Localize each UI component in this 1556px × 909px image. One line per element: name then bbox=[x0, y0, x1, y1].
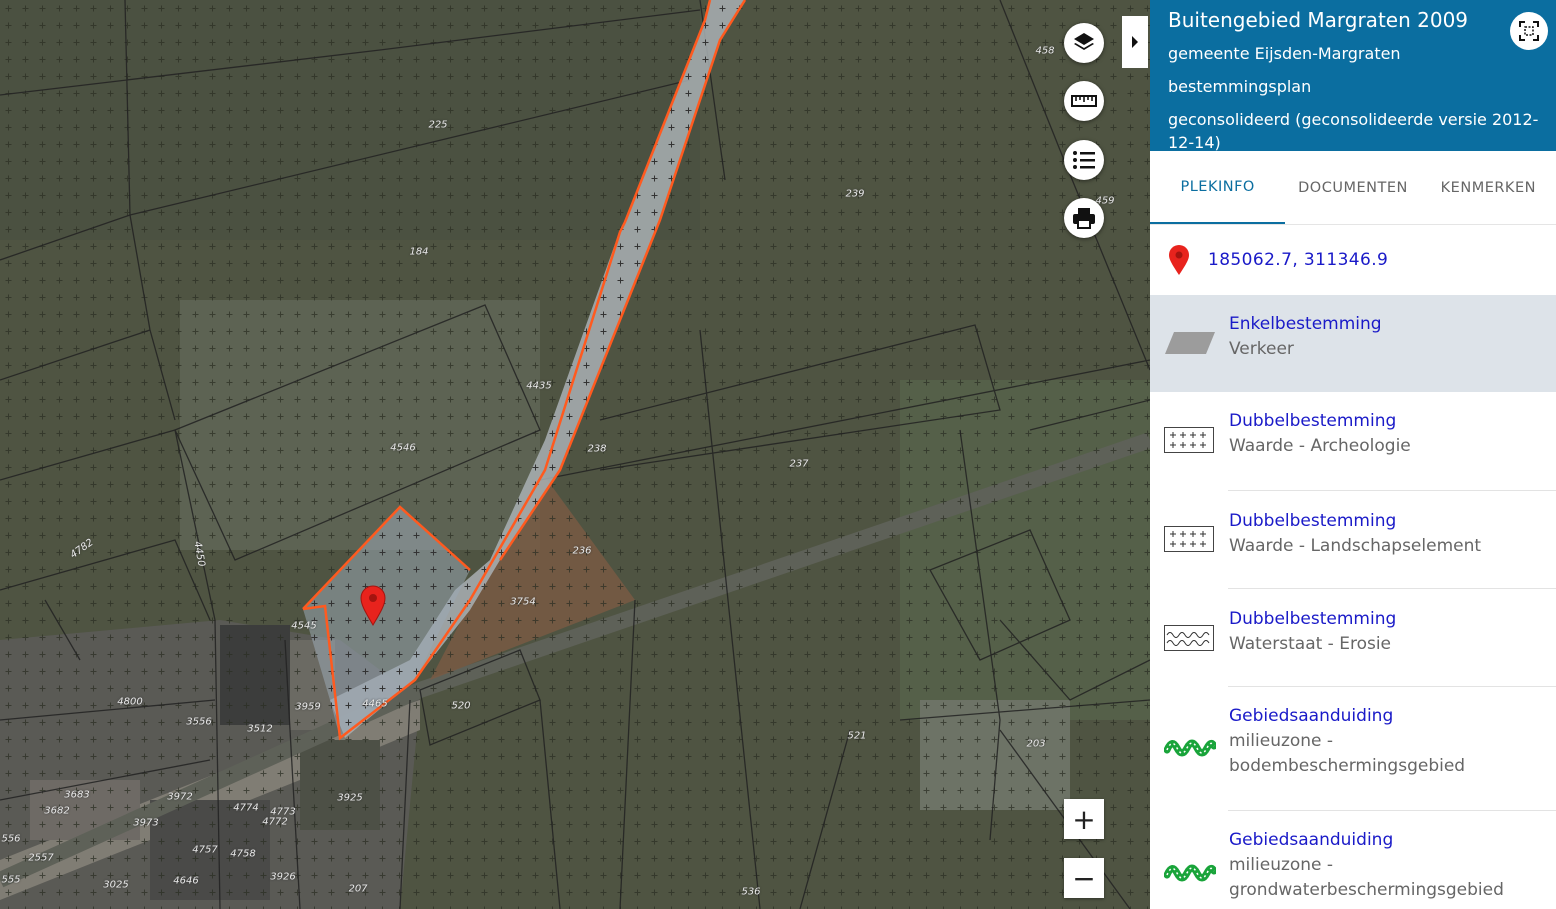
item-name: Waterstaat - Erosie bbox=[1229, 634, 1392, 654]
caret-right-icon bbox=[1132, 36, 1138, 48]
parcel-label: 4465 bbox=[362, 698, 388, 710]
parcel-label: 4435 bbox=[526, 380, 552, 392]
parcel-label: 3025 bbox=[103, 879, 129, 891]
list-icon bbox=[1073, 151, 1095, 169]
list-item-verkeer[interactable]: Enkelbestemming Verkeer bbox=[1150, 295, 1556, 392]
list-item-grondwaterbescherming[interactable]: Gebiedsaanduiding milieuzone - grondwate… bbox=[1150, 811, 1556, 909]
parcel-label: 521 bbox=[847, 730, 867, 742]
list-item-archeologie[interactable]: Dubbelbestemming Waarde - Archeologie bbox=[1150, 392, 1556, 491]
expand-icon bbox=[1519, 21, 1539, 41]
plus-grid-icon bbox=[1164, 427, 1214, 453]
parcel-label: 3556 bbox=[186, 716, 212, 728]
zoom-in-button[interactable]: + bbox=[1064, 799, 1104, 839]
item-category: Dubbelbestemming bbox=[1229, 609, 1397, 629]
parcel-label: 236 bbox=[572, 545, 592, 557]
plan-type: bestemmingsplan bbox=[1168, 77, 1312, 96]
item-name: Verkeer bbox=[1229, 339, 1294, 359]
wave-pattern-icon bbox=[1164, 625, 1214, 651]
parcel-label: 4646 bbox=[173, 875, 199, 887]
parcel-label: 3925 bbox=[337, 792, 363, 804]
plan-version: geconsolideerd (geconsolideerde versie 2… bbox=[1168, 110, 1539, 152]
item-name: milieuzone - bodembeschermingsgebied bbox=[1229, 731, 1466, 776]
info-panel: Buitengebied Margraten 2009 gemeente Eij… bbox=[1150, 0, 1556, 909]
list-item-landschapselement[interactable]: Dubbelbestemming Waarde - Landschapselem… bbox=[1150, 491, 1556, 589]
parcel-label: 555 bbox=[1, 874, 21, 886]
parallelogram-icon bbox=[1165, 332, 1215, 354]
tab-plekinfo[interactable]: PLEKINFO bbox=[1150, 151, 1286, 224]
map-canvas[interactable] bbox=[0, 0, 1150, 909]
location-pin-icon bbox=[1169, 245, 1189, 275]
measure-button[interactable] bbox=[1064, 81, 1104, 121]
parcel-label: 4800 bbox=[117, 696, 143, 708]
parcel-label: 3959 bbox=[295, 701, 321, 713]
tab-documenten[interactable]: DOCUMENTEN bbox=[1285, 151, 1420, 224]
item-name: milieuzone - grondwaterbeschermingsgebie… bbox=[1229, 855, 1504, 900]
parcel-label: 225 bbox=[428, 119, 448, 131]
printer-icon bbox=[1073, 208, 1095, 229]
panel-header: Buitengebied Margraten 2009 gemeente Eij… bbox=[1150, 0, 1556, 152]
parcel-label: 458 bbox=[1035, 45, 1055, 57]
plan-title: Buitengebied Margraten 2009 bbox=[1168, 8, 1469, 32]
parcel-label: 4774 bbox=[233, 802, 259, 814]
item-category: Gebiedsaanduiding bbox=[1229, 830, 1394, 850]
green-zigzag-icon bbox=[1164, 739, 1216, 757]
parcel-label: 237 bbox=[789, 458, 809, 470]
green-zigzag-icon bbox=[1164, 864, 1216, 882]
parcel-label: 4757 bbox=[192, 844, 218, 856]
parcel-label: 520 bbox=[451, 700, 471, 712]
item-category: Enkelbestemming bbox=[1229, 314, 1382, 334]
collapse-panel-button[interactable] bbox=[1122, 16, 1148, 68]
parcel-label: 2557 bbox=[28, 852, 54, 864]
parcel-label: 207 bbox=[348, 883, 368, 895]
parcel-label: 3682 bbox=[44, 805, 70, 817]
parcel-label: 239 bbox=[845, 188, 865, 200]
layers-button[interactable] bbox=[1064, 23, 1104, 63]
list-item-bodembescherming[interactable]: Gebiedsaanduiding milieuzone - bodembesc… bbox=[1150, 687, 1556, 811]
list-item-erosie[interactable]: Dubbelbestemming Waterstaat - Erosie bbox=[1150, 589, 1556, 687]
legend-button[interactable] bbox=[1064, 140, 1104, 180]
item-category: Dubbelbestemming bbox=[1229, 511, 1397, 531]
item-name: Waarde - Landschapselement bbox=[1229, 536, 1482, 556]
coordinates-row: 185062.7, 311346.9 bbox=[1150, 225, 1556, 295]
parcel-label: 3512 bbox=[247, 723, 273, 735]
parcel-label: 536 bbox=[741, 886, 761, 898]
coordinates-text: 185062.7, 311346.9 bbox=[1208, 250, 1389, 270]
parcel-label: 556 bbox=[1, 833, 21, 845]
parcel-label: 184 bbox=[409, 246, 429, 258]
parcel-label: 3972 bbox=[167, 791, 193, 803]
plus-grid-icon bbox=[1164, 526, 1214, 552]
parcel-label: 3683 bbox=[64, 789, 90, 801]
parcel-label: 4772 bbox=[262, 816, 288, 828]
ruler-icon bbox=[1071, 95, 1097, 107]
parcel-label: 4546 bbox=[390, 442, 416, 454]
tab-kenmerken[interactable]: KENMERKEN bbox=[1421, 151, 1556, 224]
item-name: Waarde - Archeologie bbox=[1229, 436, 1411, 456]
item-category: Gebiedsaanduiding bbox=[1229, 706, 1394, 726]
municipality: gemeente Eijsden-Margraten bbox=[1168, 44, 1401, 63]
parcel-label: 203 bbox=[1026, 738, 1046, 750]
zoom-out-button[interactable]: − bbox=[1064, 858, 1104, 898]
map-view[interactable]: 458 225 239 459 184 4435 4546 238 237 47… bbox=[0, 0, 1150, 909]
parcel-label: 4758 bbox=[230, 848, 256, 860]
parcel-label: 3973 bbox=[133, 817, 159, 829]
fullscreen-button[interactable] bbox=[1510, 12, 1548, 50]
layers-icon bbox=[1074, 33, 1094, 50]
parcel-label: 238 bbox=[587, 443, 607, 455]
parcel-label: 3754 bbox=[510, 596, 536, 608]
panel-tabs: PLEKINFO DOCUMENTEN KENMERKEN bbox=[1150, 151, 1556, 225]
parcel-label: 3926 bbox=[270, 871, 296, 883]
print-button[interactable] bbox=[1064, 198, 1104, 238]
item-category: Dubbelbestemming bbox=[1229, 411, 1397, 431]
parcel-label: 4545 bbox=[291, 620, 317, 632]
